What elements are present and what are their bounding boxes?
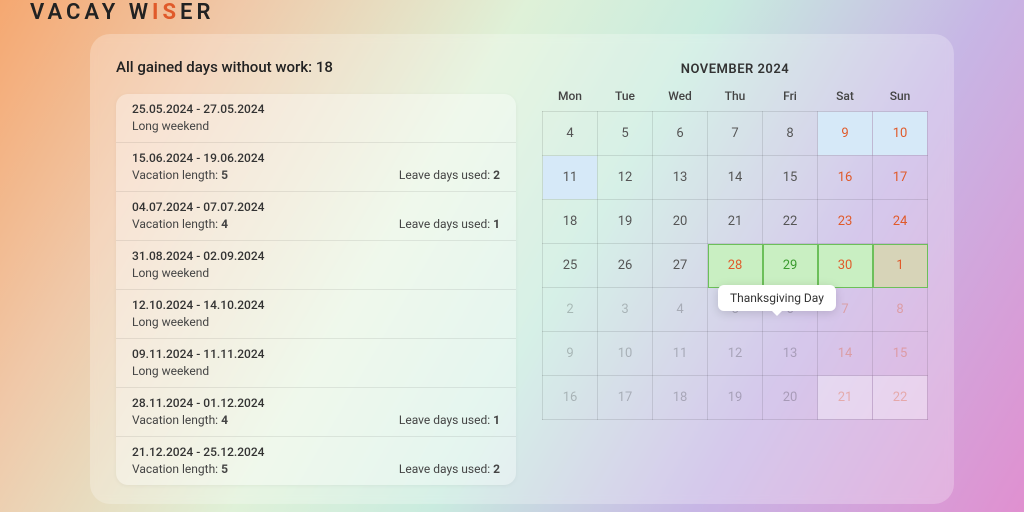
calendar-day[interactable]: 25 <box>543 244 598 288</box>
holiday-tooltip: Thanksgiving Day <box>718 285 836 311</box>
weekday-header: Sat <box>818 83 873 112</box>
calendar-day[interactable]: 9 <box>543 332 598 376</box>
calendar-day[interactable]: 16 <box>543 376 598 420</box>
calendar-day[interactable]: 9 <box>818 112 873 156</box>
calendar-day[interactable]: 14 <box>708 156 763 200</box>
item-dates: 15.06.2024 - 19.06.2024 <box>132 151 265 165</box>
calendar-day[interactable]: 21 <box>708 200 763 244</box>
calendar-day[interactable]: 16 <box>818 156 873 200</box>
item-leave-days: Leave days used: 1 <box>399 413 500 427</box>
item-leave-days: Leave days used: 2 <box>399 168 500 182</box>
weekday-header: Tue <box>598 83 653 112</box>
calendar-day[interactable]: 13 <box>653 156 708 200</box>
vacation-list-column: All gained days without work: 18 25.05.2… <box>116 58 516 504</box>
item-subtitle: Vacation length: 4 <box>132 217 265 231</box>
calendar-day[interactable]: 11 <box>653 332 708 376</box>
list-item[interactable]: 28.11.2024 - 01.12.2024 Vacation length: … <box>116 388 516 437</box>
calendar: NOVEMBER 2024 MonTueWedThuFriSatSun 4567… <box>542 58 928 504</box>
weekday-header: Sun <box>873 83 928 112</box>
calendar-day[interactable]: 21 <box>818 376 873 420</box>
calendar-day[interactable]: 27 <box>653 244 708 288</box>
vacation-list: 25.05.2024 - 27.05.2024 Long weekend 15.06… <box>116 94 516 485</box>
calendar-day[interactable]: 10 <box>873 112 928 156</box>
calendar-day[interactable]: 20 <box>653 200 708 244</box>
list-item[interactable]: 31.08.2024 - 02.09.2024 Long weekend <box>116 241 516 290</box>
calendar-day[interactable]: 28 <box>708 244 763 288</box>
calendar-day[interactable]: 17 <box>873 156 928 200</box>
calendar-day[interactable]: 3 <box>598 288 653 332</box>
item-dates: 09.11.2024 - 11.11.2024 <box>132 347 265 361</box>
calendar-day[interactable]: 19 <box>708 376 763 420</box>
item-dates: 31.08.2024 - 02.09.2024 <box>132 249 265 263</box>
item-leave-days: Leave days used: 2 <box>399 462 500 476</box>
weekday-header: Thu <box>708 83 763 112</box>
calendar-day[interactable]: 23 <box>818 200 873 244</box>
list-item[interactable]: 04.07.2024 - 07.07.2024 Vacation length: … <box>116 192 516 241</box>
calendar-title: NOVEMBER 2024 <box>542 58 928 83</box>
gained-days-summary: All gained days without work: 18 <box>116 58 516 76</box>
main-panel: All gained days without work: 18 25.05.2… <box>90 34 954 504</box>
item-subtitle: Long weekend <box>132 266 265 280</box>
calendar-grid: MonTueWedThuFriSatSun 456789101112131415… <box>542 83 928 420</box>
item-dates: 12.10.2024 - 14.10.2024 <box>132 298 265 312</box>
calendar-day[interactable]: 19 <box>598 200 653 244</box>
weekday-header: Wed <box>653 83 708 112</box>
list-item[interactable]: 21.12.2024 - 25.12.2024 Vacation length: … <box>116 437 516 485</box>
item-subtitle: Long weekend <box>132 315 265 329</box>
list-item[interactable]: 09.11.2024 - 11.11.2024 Long weekend <box>116 339 516 388</box>
calendar-day[interactable]: 29 <box>763 244 818 288</box>
calendar-day[interactable]: 5 <box>598 112 653 156</box>
calendar-day[interactable]: 22 <box>873 376 928 420</box>
item-dates: 21.12.2024 - 25.12.2024 <box>132 445 265 459</box>
item-leave-days: Leave days used: 1 <box>399 217 500 231</box>
calendar-day[interactable]: 2 <box>543 288 598 332</box>
calendar-day[interactable]: 1 <box>873 244 928 288</box>
calendar-day[interactable]: 22 <box>763 200 818 244</box>
list-item[interactable]: 15.06.2024 - 19.06.2024 Vacation length: … <box>116 143 516 192</box>
calendar-day[interactable]: 18 <box>543 200 598 244</box>
calendar-day[interactable]: 4 <box>543 112 598 156</box>
calendar-day[interactable]: 7 <box>708 112 763 156</box>
list-item[interactable]: 25.05.2024 - 27.05.2024 Long weekend <box>116 94 516 143</box>
item-subtitle: Long weekend <box>132 119 265 133</box>
weekday-header: Fri <box>763 83 818 112</box>
calendar-day[interactable]: 15 <box>763 156 818 200</box>
calendar-day[interactable]: 17 <box>598 376 653 420</box>
calendar-day[interactable]: 20 <box>763 376 818 420</box>
calendar-day[interactable]: 24 <box>873 200 928 244</box>
calendar-day[interactable]: 8 <box>873 288 928 332</box>
item-subtitle: Vacation length: 5 <box>132 462 265 476</box>
calendar-day[interactable]: 8 <box>763 112 818 156</box>
calendar-day[interactable]: 10 <box>598 332 653 376</box>
calendar-day[interactable]: 18 <box>653 376 708 420</box>
weekday-header: Mon <box>543 83 598 112</box>
item-subtitle: Vacation length: 4 <box>132 413 265 427</box>
calendar-day[interactable]: 30 <box>818 244 873 288</box>
calendar-day[interactable]: 26 <box>598 244 653 288</box>
calendar-day[interactable]: 4 <box>653 288 708 332</box>
item-subtitle: Vacation length: 5 <box>132 168 265 182</box>
calendar-day[interactable]: 15 <box>873 332 928 376</box>
calendar-day[interactable]: 14 <box>818 332 873 376</box>
calendar-day[interactable]: 6 <box>653 112 708 156</box>
item-subtitle: Long weekend <box>132 364 265 378</box>
item-dates: 25.05.2024 - 27.05.2024 <box>132 102 265 116</box>
app-logo: VACAY WISER <box>30 0 214 25</box>
calendar-day[interactable]: 13 <box>763 332 818 376</box>
list-item[interactable]: 12.10.2024 - 14.10.2024 Long weekend <box>116 290 516 339</box>
calendar-day[interactable]: 11 <box>543 156 598 200</box>
item-dates: 04.07.2024 - 07.07.2024 <box>132 200 265 214</box>
item-dates: 28.11.2024 - 01.12.2024 <box>132 396 265 410</box>
calendar-day[interactable]: 12 <box>598 156 653 200</box>
calendar-day[interactable]: 12 <box>708 332 763 376</box>
